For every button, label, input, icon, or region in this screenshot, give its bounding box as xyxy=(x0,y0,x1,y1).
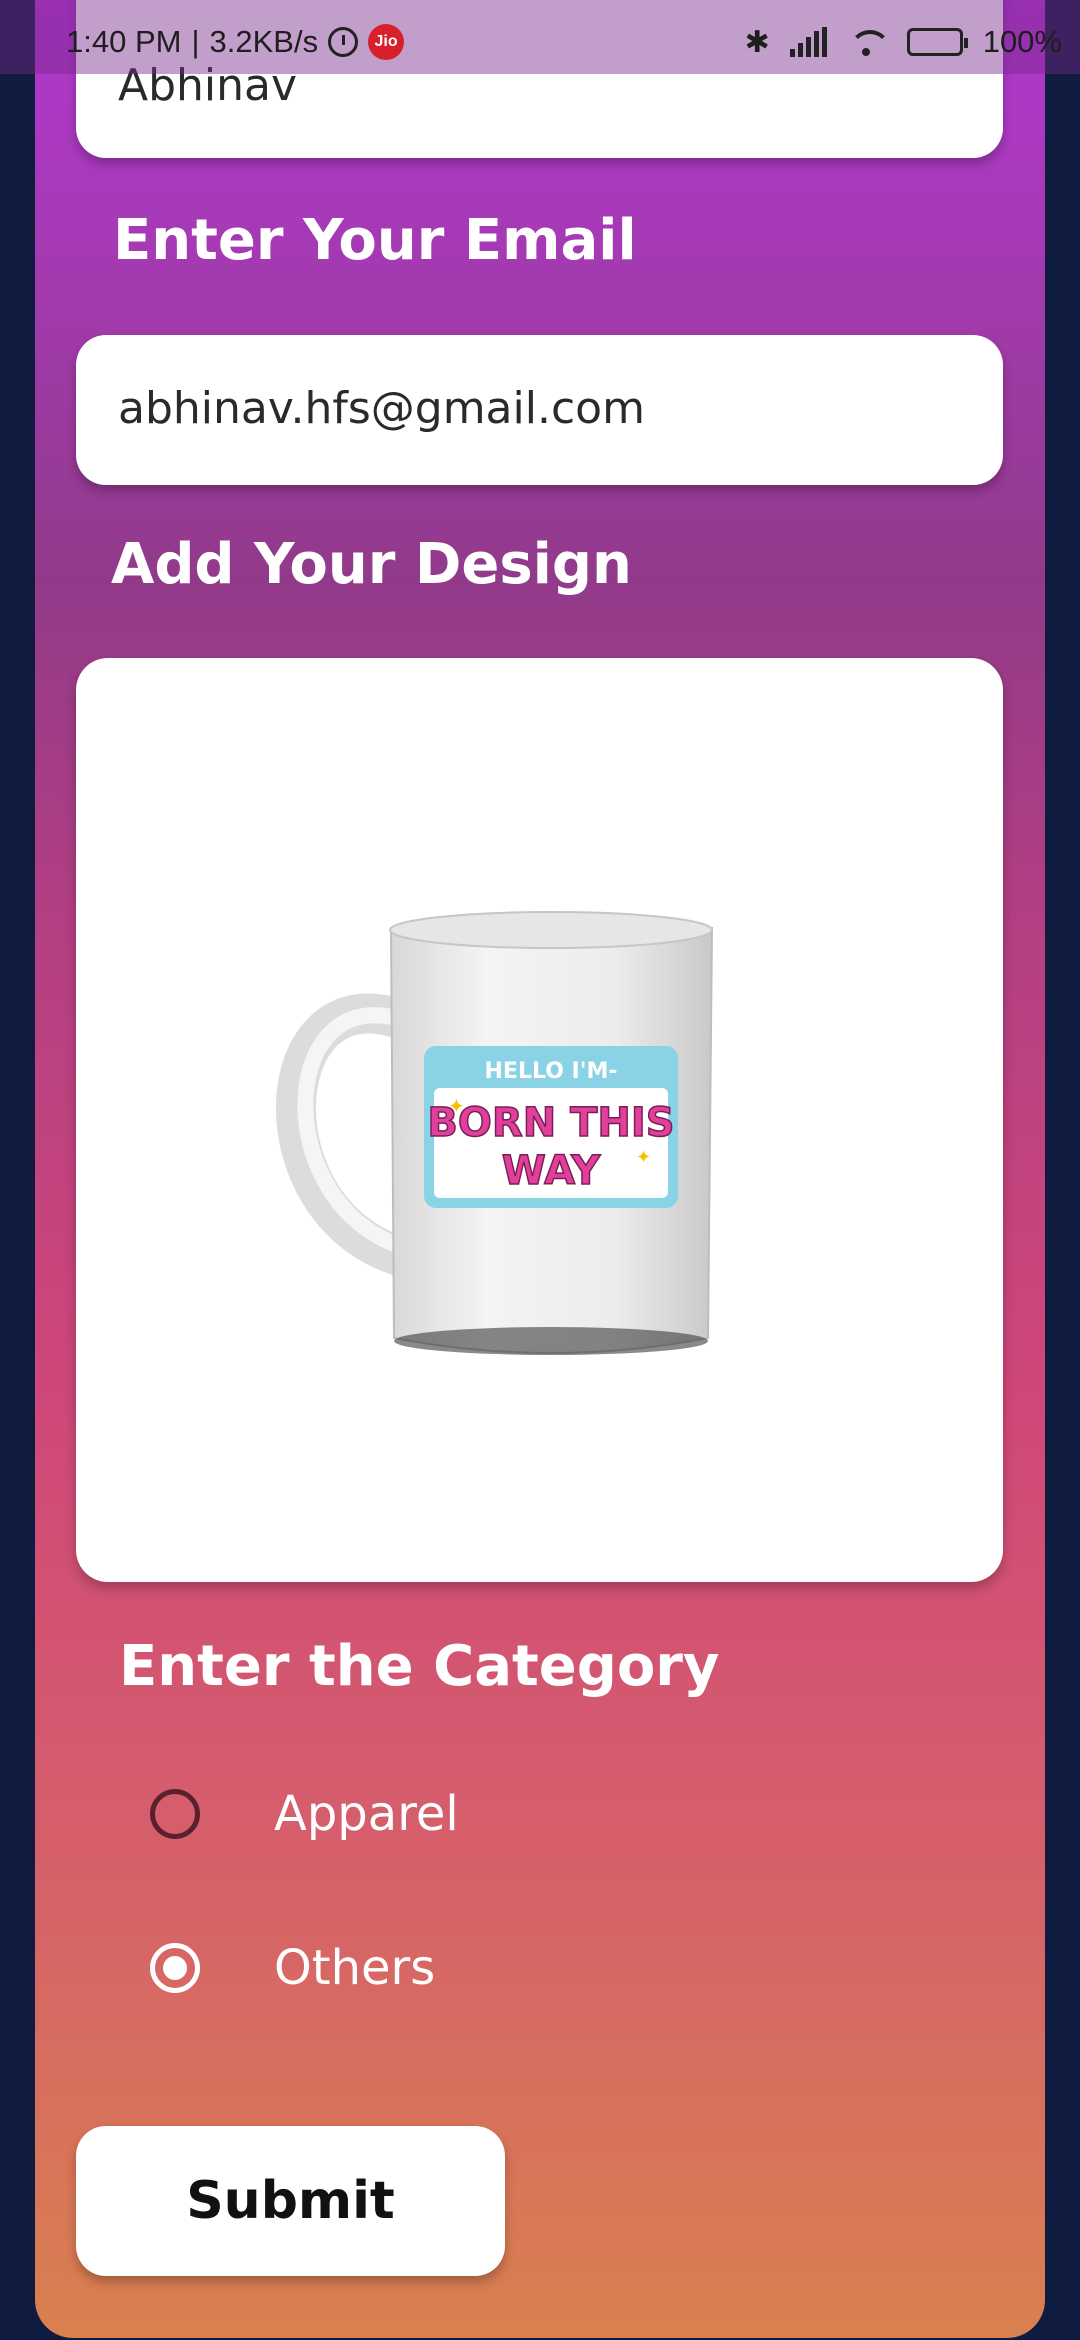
signal-icon xyxy=(789,27,827,57)
status-bar: 1:40 PM | 3.2KB/s Jio ✱ 100% xyxy=(0,0,1080,74)
email-label: Enter Your Email xyxy=(113,208,637,273)
battery-level: 100% xyxy=(982,24,1062,59)
email-field-value: abhinav.hfs@gmail.com xyxy=(118,383,645,434)
status-separator: | xyxy=(191,24,200,59)
status-time: 1:40 PM xyxy=(66,24,182,59)
carrier-badge: Jio xyxy=(368,24,405,60)
status-left: 1:40 PM | 3.2KB/s Jio xyxy=(66,24,405,60)
email-field[interactable]: abhinav.hfs@gmail.com xyxy=(76,335,1003,485)
wifi-icon xyxy=(847,28,891,56)
option-apparel-label: Apparel xyxy=(274,1786,459,1842)
form-card: Abhinav Enter Your Email abhinav.hfs@gma… xyxy=(35,0,1045,2338)
radio-apparel[interactable] xyxy=(150,1789,200,1839)
option-others[interactable]: Others xyxy=(150,1940,435,1996)
option-apparel[interactable]: Apparel xyxy=(150,1786,459,1842)
design-label: Add Your Design xyxy=(111,532,632,597)
battery-icon xyxy=(906,28,968,56)
network-speed: 3.2KB/s xyxy=(209,24,319,59)
option-others-label: Others xyxy=(274,1940,436,1996)
status-right: ✱ 100% xyxy=(745,24,1062,60)
category-label: Enter the Category xyxy=(119,1634,720,1699)
sticker-line-3: WAY xyxy=(502,1148,601,1194)
submit-button[interactable]: Submit xyxy=(76,2126,505,2276)
svg-text:✦: ✦ xyxy=(636,1147,651,1168)
alarm-icon xyxy=(328,27,359,57)
radio-others[interactable] xyxy=(150,1943,200,1993)
design-upload-box[interactable]: HELLO I'M- BORN THIS WAY ✦ ✦ xyxy=(76,658,1003,1582)
sticker-line-1: HELLO I'M- xyxy=(485,1059,618,1084)
svg-text:✦: ✦ xyxy=(448,1094,465,1118)
bluetooth-icon: ✱ xyxy=(744,25,770,59)
mug-image: HELLO I'M- BORN THIS WAY ✦ ✦ xyxy=(276,911,714,1355)
